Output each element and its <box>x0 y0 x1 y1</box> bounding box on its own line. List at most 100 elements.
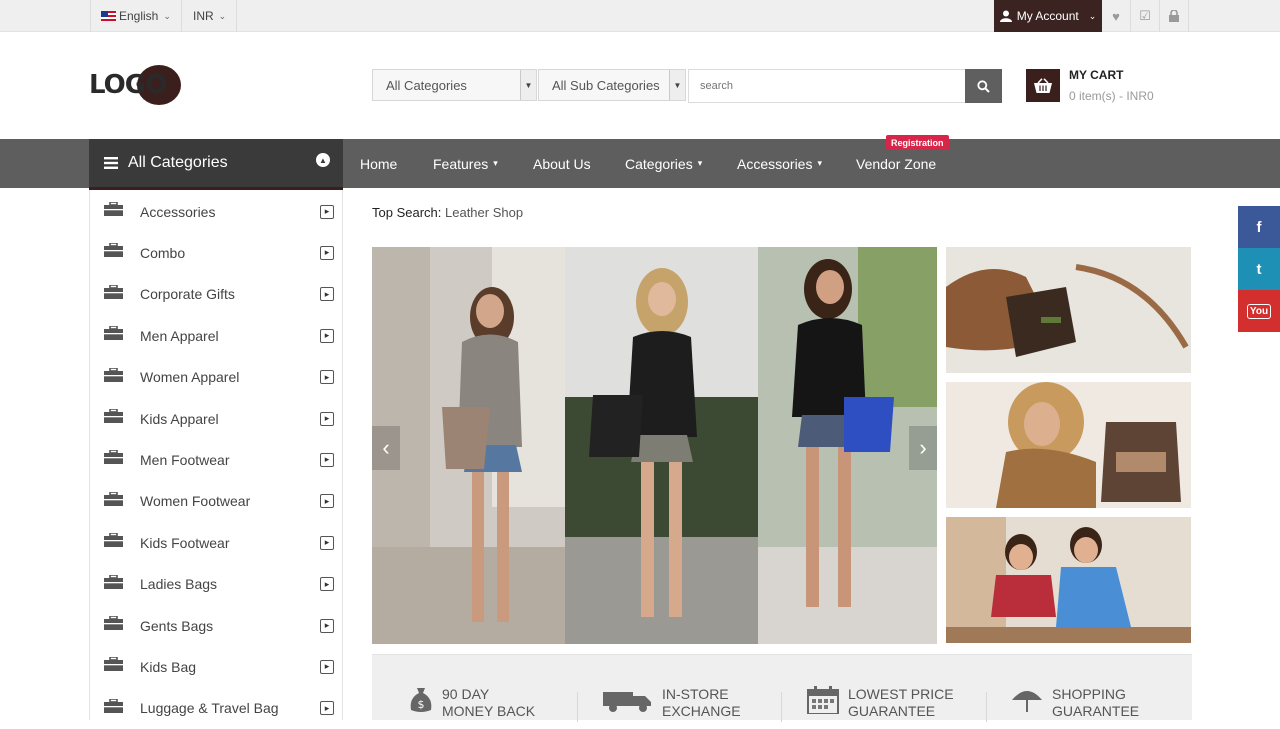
chevron-up-icon: ▲ <box>316 153 330 167</box>
feature-shopping-guarantee: SHOPPING GUARANTEE <box>1011 686 1139 720</box>
nav-home[interactable]: Home <box>360 139 397 188</box>
search-button[interactable] <box>965 69 1002 103</box>
sidebar-item-label: Ladies Bags <box>140 576 218 593</box>
briefcase-icon <box>104 616 123 630</box>
search-input[interactable] <box>688 69 966 103</box>
feature-title: 90 DAY <box>442 686 490 702</box>
sidebar-item[interactable]: Gents Bags ▸ <box>90 605 342 646</box>
sidebar-item[interactable]: Combo ▸ <box>90 232 342 273</box>
chevron-right-icon[interactable]: ▸ <box>320 287 334 302</box>
svg-text:$: $ <box>418 698 425 711</box>
feature-subtitle: EXCHANGE <box>662 703 741 719</box>
sidebar-item[interactable]: Kids Footwear ▸ <box>90 522 342 563</box>
currency-label: INR <box>193 9 214 23</box>
sidebar-item-label: Luggage & Travel Bag <box>140 700 279 717</box>
feature-title: LOWEST PRICE <box>848 686 954 702</box>
all-categories-toggle[interactable]: All Categories ▲ <box>89 139 343 190</box>
chevron-right-icon[interactable]: ▸ <box>320 245 334 260</box>
nav-about-us-label: About Us <box>533 155 591 172</box>
twitter-glyph: t <box>1256 260 1262 278</box>
briefcase-icon <box>104 698 123 713</box>
nav-accessories[interactable]: Accessories ▾ <box>737 139 822 188</box>
wishlist-heart-icon[interactable]: ♥ <box>1102 0 1131 32</box>
slider-prev-arrow-icon[interactable]: ‹ <box>372 426 400 470</box>
currency-selector[interactable]: INR ⌄ <box>183 0 238 32</box>
top-search-link[interactable]: Leather Shop <box>445 205 523 220</box>
top-search-label: Top Search: <box>372 205 442 220</box>
sidebar-item[interactable]: Ladies Bags ▸ <box>90 564 342 605</box>
category-sidebar: Accessories ▸ Combo ▸ Corporate Gifts ▸ Men Ap… <box>89 190 343 720</box>
feature-title: SHOPPING <box>1052 686 1126 702</box>
sidebar-item[interactable]: Luggage & Travel Bag ▸ <box>90 688 342 729</box>
sidebar-item[interactable]: Kids Apparel ▸ <box>90 398 342 439</box>
chevron-right-icon[interactable]: ▸ <box>320 370 334 385</box>
sidebar-item[interactable]: Women Apparel ▸ <box>90 357 342 398</box>
chevron-down-icon: ▼ <box>520 70 536 100</box>
promo-tile-fashion[interactable] <box>946 382 1191 508</box>
sidebar-item-label: Kids Bag <box>140 658 197 675</box>
my-account-button[interactable]: My Account ⌄ <box>994 0 1102 32</box>
nav-home-label: Home <box>360 155 398 172</box>
sidebar-item-label: Kids Apparel <box>140 410 219 427</box>
category-select[interactable]: All Categories ▼ <box>372 69 537 101</box>
uk-flag-icon <box>101 11 116 21</box>
nav-about-us[interactable]: About Us <box>533 139 591 188</box>
feature-title: IN-STORE <box>662 686 729 702</box>
sidebar-item[interactable]: Corporate Gifts ▸ <box>90 274 342 315</box>
money-bag-icon: $ <box>410 688 432 712</box>
sidebar-item-label: Corporate Gifts <box>140 286 235 303</box>
language-selector[interactable]: English ⌄ <box>90 0 182 32</box>
hero-slider[interactable] <box>372 247 937 644</box>
cart-basket-icon[interactable] <box>1026 69 1060 102</box>
registration-badge[interactable]: Registration <box>886 135 949 150</box>
sidebar-item[interactable]: Kids Bag ▸ <box>90 646 342 687</box>
chevron-right-icon[interactable]: ▸ <box>320 535 334 550</box>
site-logo[interactable]: LOGO <box>89 64 181 106</box>
briefcase-icon <box>104 657 123 672</box>
youtube-glyph: You <box>1246 303 1272 319</box>
sidebar-item-label: Women Footwear <box>140 493 251 510</box>
cart-summary[interactable]: 0 item(s) - INR0 <box>1069 89 1154 103</box>
sidebar-item-label: Kids Footwear <box>140 534 230 551</box>
briefcase-icon <box>104 409 123 423</box>
promo-tile-kids[interactable] <box>946 517 1191 643</box>
chevron-right-icon[interactable]: ▸ <box>320 411 334 426</box>
chevron-right-icon[interactable]: ▸ <box>320 494 334 509</box>
caret-down-icon: ▾ <box>817 158 822 168</box>
chevron-right-icon[interactable]: ▸ <box>320 204 334 219</box>
chevron-right-icon[interactable]: ▸ <box>320 701 334 716</box>
nav-categories[interactable]: Categories ▾ <box>625 139 702 188</box>
sidebar-item[interactable]: Women Footwear ▸ <box>90 481 342 522</box>
top-search: Top Search: Leather Shop <box>372 205 523 220</box>
chevron-down-icon: ⌄ <box>1088 10 1097 21</box>
briefcase-icon <box>104 491 123 506</box>
youtube-icon[interactable]: You <box>1238 290 1280 332</box>
nav-features[interactable]: Features ▾ <box>433 139 498 188</box>
chevron-right-icon[interactable]: ▸ <box>320 577 334 592</box>
nav-features-label: Features <box>433 155 489 172</box>
my-account-label: My Account <box>1016 9 1079 23</box>
chevron-right-icon[interactable]: ▸ <box>320 618 334 633</box>
divider <box>577 692 578 722</box>
slider-next-arrow-icon[interactable]: › <box>909 426 937 470</box>
top-bar: English ⌄ INR ⌄ My Account ⌄ ♥ ☑ <box>0 0 1280 32</box>
promo-tile-bags[interactable] <box>946 247 1191 373</box>
truck-icon <box>603 692 651 712</box>
chevron-right-icon[interactable]: ▸ <box>320 659 334 674</box>
lock-icon[interactable] <box>1160 0 1189 32</box>
checkout-icon[interactable]: ☑ <box>1131 0 1160 32</box>
cart-title[interactable]: MY CART <box>1069 68 1123 82</box>
subcategory-select[interactable]: All Sub Categories ▼ <box>538 69 686 101</box>
hamburger-menu-icon <box>104 157 118 169</box>
sidebar-item[interactable]: Accessories ▸ <box>90 191 342 232</box>
facebook-icon[interactable]: f <box>1238 206 1280 248</box>
twitter-icon[interactable]: t <box>1238 248 1280 290</box>
sidebar-item[interactable]: Men Apparel ▸ <box>90 315 342 356</box>
briefcase-icon <box>104 202 123 216</box>
briefcase-icon <box>104 533 123 548</box>
language-label: English <box>119 9 159 23</box>
chevron-right-icon[interactable]: ▸ <box>320 452 334 467</box>
sidebar-item[interactable]: Men Footwear ▸ <box>90 439 342 480</box>
subcategory-select-value: All Sub Categories <box>552 77 660 93</box>
chevron-right-icon[interactable]: ▸ <box>320 328 334 343</box>
